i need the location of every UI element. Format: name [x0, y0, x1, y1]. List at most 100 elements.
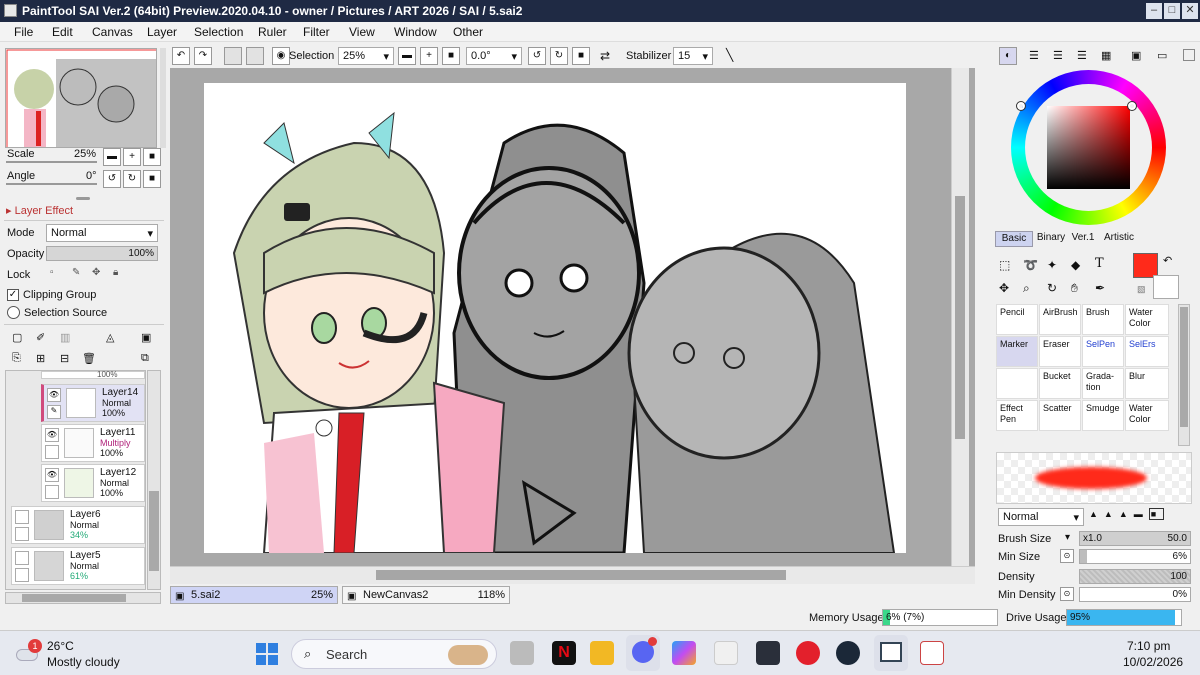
- lock-transparency-icon[interactable]: ▫: [50, 267, 54, 278]
- lock-all-icon[interactable]: 🔒︎: [113, 267, 118, 278]
- merge-down-icon[interactable]: ⊟: [60, 352, 69, 365]
- transparent-color-icon[interactable]: ▧: [1137, 284, 1146, 295]
- menu-canvas[interactable]: Canvas: [92, 25, 133, 39]
- tool-scroll-thumb[interactable]: [1180, 307, 1188, 427]
- canvas-vertical-scrollbar[interactable]: [951, 68, 969, 566]
- layer-lock-box[interactable]: [15, 527, 29, 541]
- swap-colors-icon[interactable]: ↶: [1163, 254, 1172, 267]
- copy-layer-icon[interactable]: ⎘: [12, 352, 21, 365]
- blend-mode-select[interactable]: Normal ▾: [46, 224, 158, 242]
- tool-effect-pen[interactable]: Effect Pen: [996, 400, 1038, 431]
- scale-plus-icon[interactable]: +: [123, 148, 141, 166]
- layer-list-scrollbar[interactable]: [147, 370, 161, 590]
- angle-slider[interactable]: [6, 183, 97, 185]
- tab-ver1[interactable]: Ver.1: [1069, 231, 1097, 247]
- rotate-left-icon[interactable]: ↺: [528, 47, 546, 65]
- brush-blend-select[interactable]: Normal ▾: [998, 508, 1084, 526]
- new-linework-layer-icon[interactable]: ✐: [36, 331, 45, 344]
- secondary-color-swatch[interactable]: [1153, 275, 1179, 299]
- panel-splitter[interactable]: [76, 197, 90, 200]
- scale-slider[interactable]: [6, 161, 97, 163]
- canvas-artwork[interactable]: [204, 83, 906, 553]
- trash-icon[interactable]: 🗑︎: [82, 352, 96, 365]
- rotate-tool-icon[interactable]: ↻: [1047, 281, 1057, 295]
- undo-icon[interactable]: ↶: [172, 47, 190, 65]
- navigator-preview[interactable]: [5, 48, 157, 148]
- tool-empty-slot[interactable]: [996, 368, 1038, 399]
- brush-size-slider[interactable]: x1.0 50.0: [1079, 531, 1191, 546]
- store-icon[interactable]: [714, 641, 738, 665]
- snipping-tool-icon[interactable]: [920, 641, 944, 665]
- min-density-slider[interactable]: 0%: [1079, 587, 1191, 602]
- opacity-slider[interactable]: 100%: [46, 246, 158, 261]
- tool-grid-scrollbar[interactable]: [1178, 304, 1190, 446]
- navigator-scrollbar[interactable]: [160, 48, 166, 148]
- angle-select[interactable]: 0.0° ▾: [466, 47, 522, 65]
- min-density-pressure-icon[interactable]: ⊙: [1060, 587, 1074, 601]
- flip-horizontal-icon[interactable]: ⇄: [600, 49, 610, 63]
- color-picker-handle[interactable]: [1127, 101, 1137, 111]
- horizontal-scroll-thumb[interactable]: [376, 570, 786, 580]
- menu-file[interactable]: File: [14, 25, 33, 39]
- tool-pencil[interactable]: Pencil: [996, 304, 1038, 335]
- document-tab[interactable]: ▣ NewCanvas2 118%: [342, 586, 510, 604]
- copilot-icon[interactable]: [672, 641, 696, 665]
- layer-select-icon[interactable]: ◆: [1071, 258, 1080, 272]
- dropdown-arrow-icon[interactable]: ▾: [1065, 532, 1070, 543]
- file-explorer-icon[interactable]: [590, 641, 614, 665]
- min-size-pressure-icon[interactable]: ⊙: [1060, 549, 1074, 563]
- zoom-tool-icon[interactable]: ⌕: [1023, 281, 1030, 296]
- new-folder-icon[interactable]: ▥: [60, 331, 70, 344]
- saturation-value-square[interactable]: [1047, 106, 1130, 189]
- canvas-horizontal-scrollbar[interactable]: [170, 566, 975, 584]
- rgb-slider-tab-icon[interactable]: ☰: [1029, 49, 1039, 62]
- opera-icon[interactable]: [796, 641, 820, 665]
- tool-selers[interactable]: SelErs: [1125, 336, 1169, 367]
- menu-window[interactable]: Window: [394, 25, 437, 39]
- menu-view[interactable]: View: [349, 25, 375, 39]
- close-button[interactable]: ✕: [1182, 3, 1198, 19]
- palette-tab-icon[interactable]: ▭: [1157, 49, 1167, 62]
- menu-layer[interactable]: Layer: [147, 25, 177, 39]
- scale-minus-icon[interactable]: ▬: [103, 148, 121, 166]
- zoom-select[interactable]: 25% ▾: [338, 47, 394, 65]
- hue-ring[interactable]: [1011, 70, 1166, 225]
- zoom-in-icon[interactable]: +: [420, 47, 438, 65]
- brush-shape-selector[interactable]: ▲▲▲▬ ■: [1089, 508, 1165, 520]
- hue-handle[interactable]: [1016, 101, 1026, 111]
- discord-app-active[interactable]: [626, 635, 660, 671]
- redo-icon[interactable]: ↷: [194, 47, 212, 65]
- tool-bucket[interactable]: Bucket: [1039, 368, 1081, 399]
- tool-marker[interactable]: Marker: [996, 336, 1038, 367]
- user-mixer-tab-icon[interactable]: ▣: [1131, 49, 1141, 62]
- rotate-right-icon[interactable]: ↻: [550, 47, 568, 65]
- tool-selpen[interactable]: SelPen: [1082, 336, 1124, 367]
- minimize-button[interactable]: –: [1146, 3, 1162, 19]
- layer-item-layer12[interactable]: 👁 Layer12 Normal 100%: [41, 464, 145, 502]
- canvas-viewport[interactable]: [170, 68, 975, 566]
- merge-visible-icon[interactable]: ⧉: [141, 352, 149, 365]
- transfer-down-icon[interactable]: ⊞: [36, 352, 45, 365]
- selection-source-checkbox[interactable]: [7, 306, 20, 319]
- tool-airbrush[interactable]: AirBrush: [1039, 304, 1081, 335]
- painttool-sai-app-active[interactable]: [874, 635, 908, 671]
- color-wheel-tab-icon[interactable]: ◐: [999, 47, 1017, 65]
- tab-binary[interactable]: Binary: [1035, 231, 1067, 247]
- layer-item-layer11[interactable]: 👁 Layer11 Multiply 100%: [41, 424, 145, 462]
- stabilizer-select[interactable]: 15 ▾: [673, 47, 713, 65]
- layer-item-layer6[interactable]: Layer6 Normal 34%: [11, 506, 145, 544]
- eye-toggle[interactable]: [15, 510, 29, 524]
- start-icon[interactable]: [256, 643, 278, 665]
- angle-reset-icon[interactable]: ■: [143, 170, 161, 188]
- tool-brush[interactable]: Brush: [1082, 304, 1124, 335]
- layer-lock-box[interactable]: [15, 568, 29, 582]
- menu-ruler[interactable]: Ruler: [258, 25, 287, 39]
- eye-icon[interactable]: 👁: [45, 468, 59, 482]
- menu-edit[interactable]: Edit: [52, 25, 73, 39]
- steam-icon[interactable]: [836, 641, 860, 665]
- line-tool-icon[interactable]: ╲: [726, 48, 733, 62]
- task-view-icon[interactable]: [510, 641, 534, 665]
- tool-water-color[interactable]: Water Color: [1125, 304, 1169, 335]
- angle-rotate-left-icon[interactable]: ↺: [103, 170, 121, 188]
- pen-lock-icon[interactable]: ✎: [47, 405, 61, 419]
